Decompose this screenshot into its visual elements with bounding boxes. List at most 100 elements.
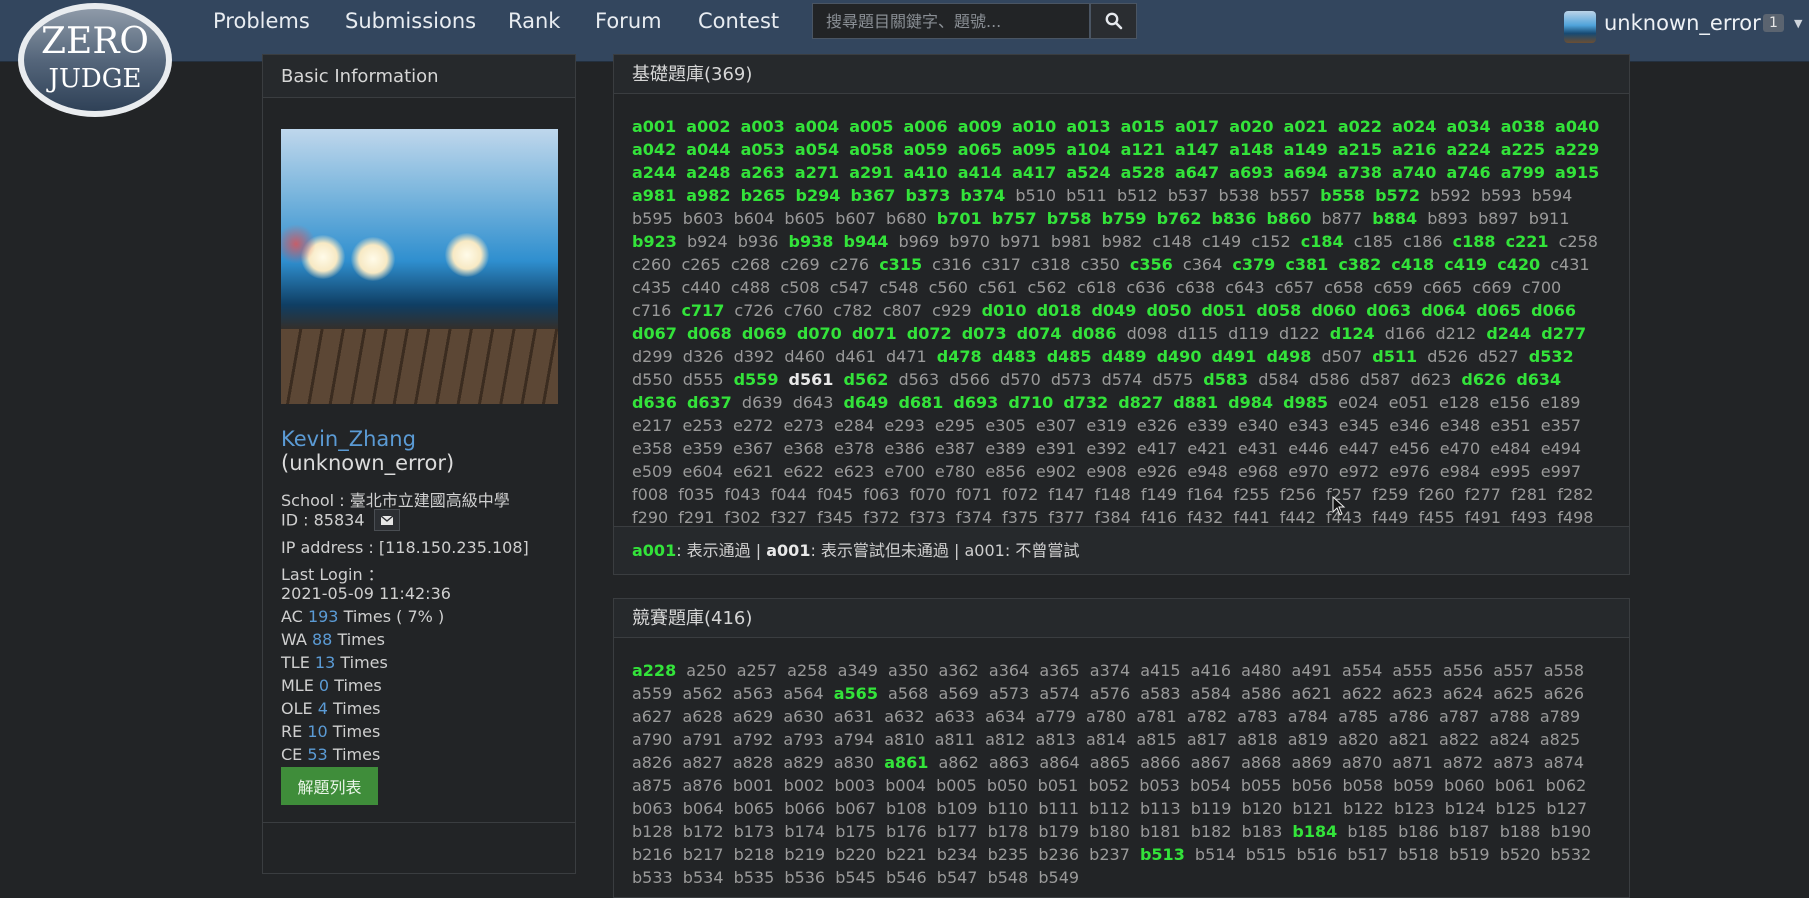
problem-link[interactable]: a826 <box>632 753 672 772</box>
problem-link[interactable]: c659 <box>1374 278 1413 297</box>
problem-link[interactable]: d561 <box>789 370 834 389</box>
problem-link[interactable]: a480 <box>1241 661 1281 680</box>
problem-link[interactable]: a871 <box>1392 753 1432 772</box>
problem-link[interactable]: c317 <box>982 255 1021 274</box>
problem-link[interactable]: f449 <box>1372 508 1408 527</box>
problem-link[interactable]: b066 <box>784 799 825 818</box>
problem-link[interactable]: a248 <box>686 163 730 182</box>
problem-link[interactable]: a634 <box>985 707 1025 726</box>
problem-link[interactable]: a866 <box>1140 753 1180 772</box>
problem-link[interactable]: c221 <box>1506 232 1549 251</box>
problem-link[interactable]: b923 <box>632 232 677 251</box>
problem-link[interactable]: a784 <box>1288 707 1328 726</box>
problem-link[interactable]: a271 <box>795 163 839 182</box>
problem-link[interactable]: b593 <box>1481 186 1522 205</box>
problem-link[interactable]: d583 <box>1203 370 1248 389</box>
problem-link[interactable]: d527 <box>1478 347 1519 366</box>
problem-link[interactable]: a819 <box>1288 730 1328 749</box>
problem-link[interactable]: a630 <box>783 707 823 726</box>
problem-link[interactable]: b936 <box>738 232 779 251</box>
problem-link[interactable]: b110 <box>988 799 1029 818</box>
problem-link[interactable]: b969 <box>898 232 939 251</box>
problem-link[interactable]: d637 <box>687 393 732 412</box>
problem-link[interactable]: f432 <box>1187 508 1223 527</box>
problem-link[interactable]: c726 <box>734 301 773 320</box>
problem-link[interactable]: b178 <box>988 822 1029 841</box>
problem-link[interactable]: a815 <box>1136 730 1176 749</box>
problem-link[interactable]: a410 <box>903 163 947 182</box>
problem-link[interactable]: a528 <box>1121 163 1165 182</box>
problem-link[interactable]: b762 <box>1157 209 1202 228</box>
problem-link[interactable]: b971 <box>1000 232 1041 251</box>
problem-link[interactable]: b067 <box>835 799 876 818</box>
problem-link[interactable]: b510 <box>1015 186 1056 205</box>
problem-link[interactable]: c435 <box>632 278 671 297</box>
problem-link[interactable]: b604 <box>734 209 775 228</box>
problem-link[interactable]: a621 <box>1292 684 1332 703</box>
problem-link[interactable]: a789 <box>1540 707 1580 726</box>
problem-link[interactable]: a034 <box>1446 117 1490 136</box>
problem-link[interactable]: b970 <box>949 232 990 251</box>
problem-link[interactable]: d069 <box>742 324 787 343</box>
problem-link[interactable]: e128 <box>1439 393 1479 412</box>
problem-link[interactable]: f071 <box>956 485 992 504</box>
problem-link[interactable]: e509 <box>632 462 672 481</box>
problem-link[interactable]: d491 <box>1212 347 1257 366</box>
problem-link[interactable]: d010 <box>982 301 1027 320</box>
problem-link[interactable]: a822 <box>1439 730 1479 749</box>
problem-link[interactable]: a365 <box>1039 661 1079 680</box>
problem-link[interactable]: c636 <box>1126 278 1165 297</box>
problem-link[interactable]: e346 <box>1389 416 1429 435</box>
problem-link[interactable]: f281 <box>1511 485 1547 504</box>
problem-link[interactable]: c350 <box>1080 255 1119 274</box>
problem-link[interactable]: c618 <box>1077 278 1116 297</box>
problem-link[interactable]: d489 <box>1102 347 1147 366</box>
problem-link[interactable]: b538 <box>1219 186 1260 205</box>
problem-link[interactable]: d058 <box>1256 301 1301 320</box>
problem-link[interactable]: c560 <box>929 278 968 297</box>
problem-link[interactable]: d392 <box>734 347 775 366</box>
problem-link[interactable]: a009 <box>958 117 1002 136</box>
problem-link[interactable]: a820 <box>1338 730 1378 749</box>
problem-link[interactable]: c258 <box>1559 232 1598 251</box>
problem-link[interactable]: e908 <box>1086 462 1126 481</box>
problem-link[interactable]: a558 <box>1544 661 1584 680</box>
problem-link[interactable]: e357 <box>1541 416 1581 435</box>
problem-link[interactable]: b265 <box>741 186 786 205</box>
problem-link[interactable]: f455 <box>1419 508 1455 527</box>
problem-link[interactable]: a562 <box>682 684 722 703</box>
problem-link[interactable]: c716 <box>632 301 671 320</box>
problem-link[interactable]: f491 <box>1465 508 1501 527</box>
problem-link[interactable]: c316 <box>932 255 971 274</box>
problem-link[interactable]: b373 <box>905 186 950 205</box>
problem-link[interactable]: a054 <box>795 140 839 159</box>
problem-link[interactable]: c265 <box>681 255 720 274</box>
problem-link[interactable]: d626 <box>1461 370 1506 389</box>
problem-link[interactable]: a020 <box>1229 117 1273 136</box>
problem-link[interactable]: d072 <box>907 324 952 343</box>
problem-link[interactable]: c379 <box>1232 255 1275 274</box>
problem-link[interactable]: e367 <box>733 439 773 458</box>
problem-link[interactable]: b595 <box>632 209 673 228</box>
problem-link[interactable]: a791 <box>682 730 722 749</box>
problem-link[interactable]: e343 <box>1288 416 1328 435</box>
problem-link[interactable]: b534 <box>683 868 724 887</box>
problem-link[interactable]: b179 <box>1038 822 1079 841</box>
problem-link[interactable]: d532 <box>1529 347 1574 366</box>
problem-link[interactable]: e470 <box>1440 439 1480 458</box>
problem-link[interactable]: f373 <box>910 508 946 527</box>
problem-link[interactable]: b001 <box>733 776 774 795</box>
profile-nickname[interactable]: Kevin_Zhang <box>281 427 454 451</box>
problem-link[interactable]: d066 <box>1531 301 1576 320</box>
problem-link[interactable]: b374 <box>960 186 1005 205</box>
problem-link[interactable]: e348 <box>1440 416 1480 435</box>
problem-link[interactable]: a814 <box>1086 730 1126 749</box>
problem-link[interactable]: a414 <box>958 163 1002 182</box>
problem-link[interactable]: c148 <box>1152 232 1191 251</box>
problem-link[interactable]: a915 <box>1555 163 1599 182</box>
problem-link[interactable]: c185 <box>1354 232 1393 251</box>
problem-link[interactable]: b185 <box>1347 822 1388 841</box>
problem-link[interactable]: b120 <box>1242 799 1283 818</box>
problem-link[interactable]: c561 <box>978 278 1017 297</box>
problem-link[interactable]: b860 <box>1267 209 1312 228</box>
